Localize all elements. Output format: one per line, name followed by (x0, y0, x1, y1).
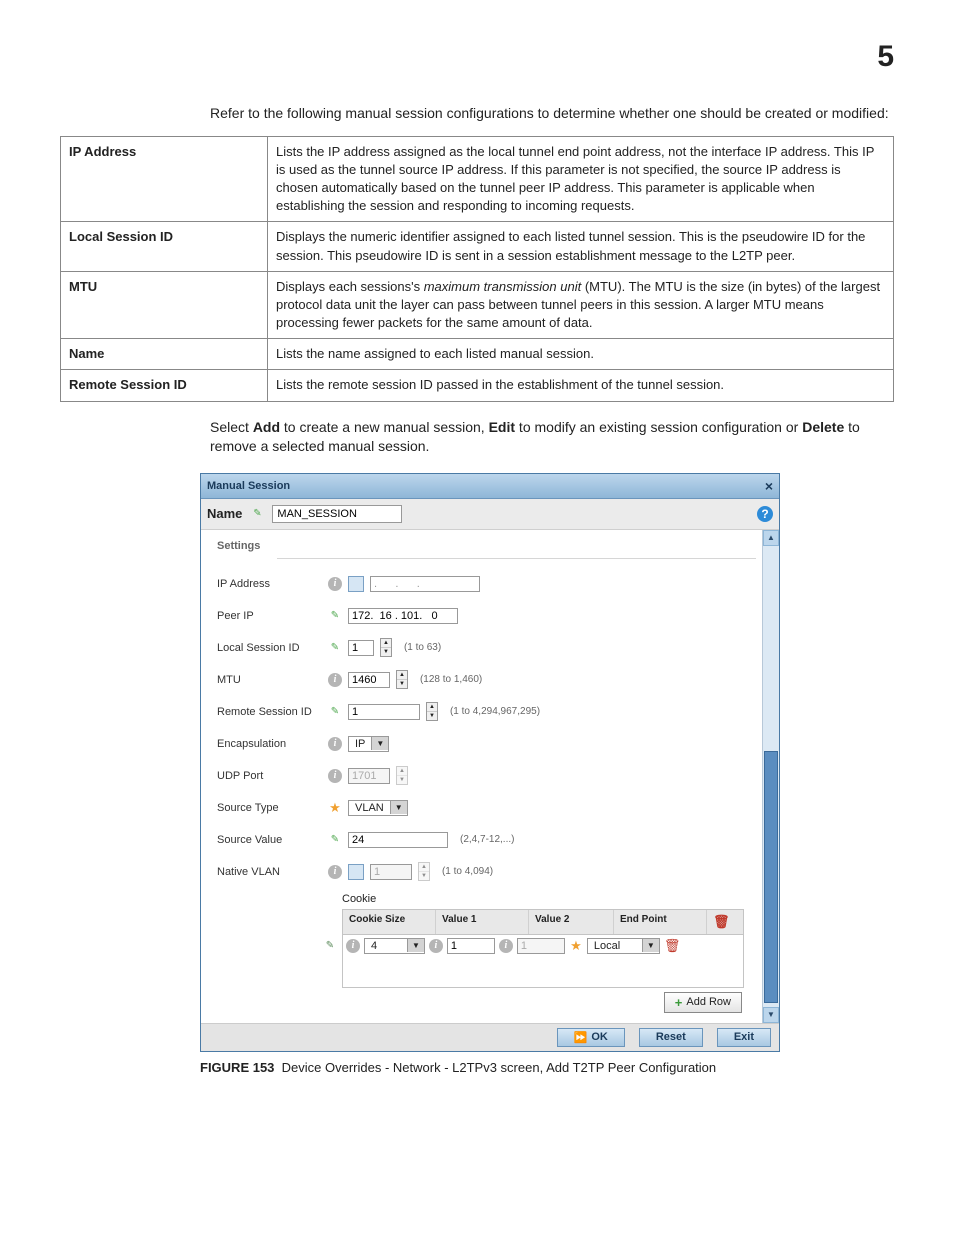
row-label: Name (61, 339, 268, 370)
chevron-down-icon: ▼ (371, 737, 388, 750)
remote-session-id-label: Remote Session ID (217, 706, 322, 718)
info-icon: i (429, 939, 443, 953)
row-desc: Lists the name assigned to each listed m… (268, 339, 894, 370)
star-icon: ★ (569, 939, 583, 953)
close-icon[interactable]: × (765, 478, 773, 494)
definitions-table: IP Address Lists the IP address assigned… (60, 136, 894, 402)
encapsulation-label: Encapsulation (217, 738, 322, 750)
spinner-buttons[interactable]: ▲▼ (380, 638, 392, 657)
hint-text: (1 to 63) (404, 642, 441, 653)
mtu-label: MTU (217, 674, 322, 686)
col-header: Cookie Size (343, 910, 436, 934)
native-vlan-checkbox[interactable] (348, 864, 364, 880)
figure-caption: FIGURE 153 Device Overrides - Network - … (200, 1060, 894, 1075)
dialog-screenshot: Manual Session × Name ✎ ? Settings IP Ad… (200, 473, 780, 1052)
info-icon: i (328, 577, 342, 591)
add-row-button[interactable]: Add Row (664, 992, 742, 1013)
row-desc: Lists the remote session ID passed in th… (268, 370, 894, 401)
ip-address-checkbox[interactable] (348, 576, 364, 592)
row-desc: Displays the numeric identifier assigned… (268, 222, 894, 271)
local-session-id-label: Local Session ID (217, 642, 322, 654)
col-header: Value 1 (436, 910, 529, 934)
native-vlan-label: Native VLAN (217, 866, 322, 878)
spinner-buttons[interactable]: ▲▼ (396, 670, 408, 689)
udp-port-input (348, 768, 390, 784)
instruction-paragraph: Select Add to create a new manual sessio… (60, 418, 894, 457)
info-icon: i (328, 769, 342, 783)
mtu-input[interactable] (348, 672, 390, 688)
required-icon: ✎ (328, 609, 342, 623)
ip-address-label: IP Address (217, 578, 322, 590)
cookie-table: Cookie Size Value 1 Value 2 End Point 🗑 … (342, 909, 744, 988)
ip-address-input[interactable] (370, 576, 480, 592)
dialog-title: Manual Session (207, 480, 290, 492)
pencil-icon[interactable]: ✎ (323, 939, 337, 953)
cookie-label: Cookie (342, 893, 756, 905)
info-icon: i (328, 737, 342, 751)
info-icon: i (328, 865, 342, 879)
hint-text: (2,4,7-12,...) (460, 834, 514, 845)
spinner-buttons: ▲▼ (418, 862, 430, 881)
hint-text: (128 to 1,460) (420, 674, 482, 685)
name-input[interactable] (272, 505, 402, 523)
source-value-input[interactable] (348, 832, 448, 848)
info-icon: i (346, 939, 360, 953)
hint-text: (1 to 4,094) (442, 866, 493, 877)
row-label: Remote Session ID (61, 370, 268, 401)
scroll-down-icon[interactable]: ▼ (763, 1007, 779, 1023)
row-label: Local Session ID (61, 222, 268, 271)
encapsulation-select[interactable]: IP▼ (348, 736, 389, 752)
value1-input[interactable] (447, 938, 495, 954)
reset-button[interactable]: Reset (639, 1028, 703, 1047)
source-type-label: Source Type (217, 802, 322, 814)
remote-session-id-input[interactable] (348, 704, 420, 720)
row-desc: Displays each sessions's maximum transmi… (268, 271, 894, 339)
source-type-select[interactable]: VLAN▼ (348, 800, 408, 816)
row-label: MTU (61, 271, 268, 339)
vertical-scrollbar[interactable]: ▲ ▼ (762, 530, 779, 1023)
required-icon: ✎ (328, 641, 342, 655)
source-value-label: Source Value (217, 834, 322, 846)
peer-ip-input[interactable] (348, 608, 458, 624)
trash-icon[interactable]: 🗑 (664, 938, 681, 954)
page-number: 5 (60, 40, 894, 74)
chevron-down-icon: ▼ (407, 939, 424, 952)
peer-ip-label: Peer IP (217, 610, 322, 622)
exit-button[interactable]: Exit (717, 1028, 771, 1047)
col-header: End Point (614, 910, 707, 934)
trash-icon[interactable]: 🗑 (713, 914, 730, 929)
row-desc: Lists the IP address assigned as the loc… (268, 136, 894, 222)
required-icon: ✎ (328, 705, 342, 719)
value2-input (517, 938, 565, 954)
col-header: Value 2 (529, 910, 614, 934)
required-icon: ✎ (328, 833, 342, 847)
intro-paragraph: Refer to the following manual session co… (210, 104, 894, 124)
chevron-down-icon: ▼ (390, 801, 407, 814)
help-icon[interactable]: ? (757, 506, 773, 522)
ok-button[interactable]: ⏩OK (557, 1028, 625, 1047)
settings-legend: Settings (217, 540, 756, 552)
spinner-buttons: ▲▼ (396, 766, 408, 785)
name-label: Name (207, 506, 242, 521)
scroll-up-icon[interactable]: ▲ (763, 530, 779, 546)
udp-port-label: UDP Port (217, 770, 322, 782)
cookie-size-select[interactable]: 4▼ (364, 938, 425, 954)
star-icon: ★ (328, 801, 342, 815)
info-icon: i (328, 673, 342, 687)
spinner-buttons[interactable]: ▲▼ (426, 702, 438, 721)
endpoint-select[interactable]: Local▼ (587, 938, 660, 954)
row-label: IP Address (61, 136, 268, 222)
scroll-thumb[interactable] (764, 751, 778, 1003)
hint-text: (1 to 4,294,967,295) (450, 706, 540, 717)
chevron-down-icon: ▼ (642, 939, 659, 952)
info-icon: i (499, 939, 513, 953)
native-vlan-input (370, 864, 412, 880)
required-icon: ✎ (250, 507, 264, 521)
local-session-id-input[interactable] (348, 640, 374, 656)
